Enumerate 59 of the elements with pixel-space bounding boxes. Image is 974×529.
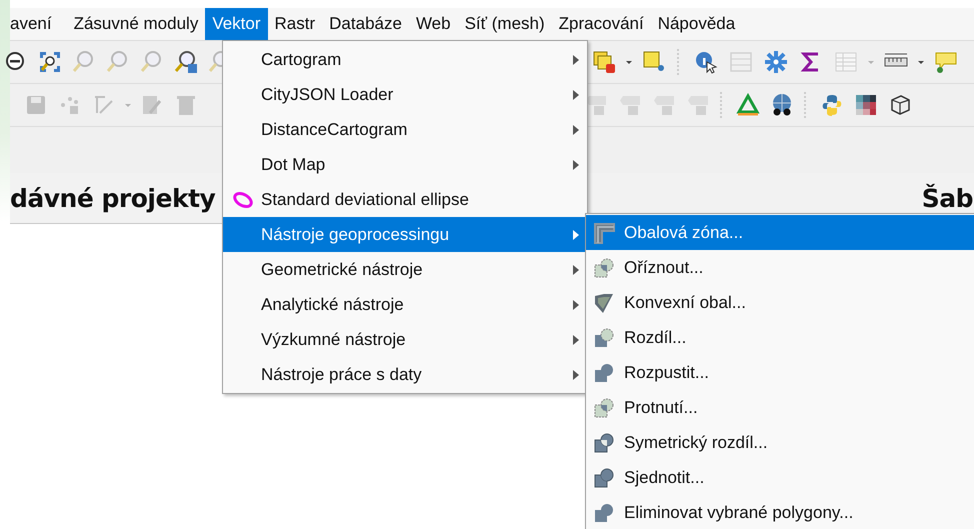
menu-item[interactable]: Oříznout... bbox=[586, 250, 974, 285]
submenu-arrow-icon bbox=[572, 158, 580, 170]
menu-item[interactable]: Rozdíl... bbox=[586, 320, 974, 355]
menu-bar-item[interactable]: Zpracování bbox=[552, 8, 651, 40]
menu-bar-item[interactable]: Nápověda bbox=[650, 8, 742, 40]
submenu-arrow-icon bbox=[572, 264, 580, 276]
identify-icon[interactable] bbox=[694, 50, 718, 74]
speech-bubble-icon[interactable] bbox=[934, 50, 958, 74]
menu-item[interactable]: Dot Map bbox=[223, 147, 587, 182]
menu-bar-item[interactable]: Databáze bbox=[322, 8, 409, 40]
submenu-arrow-icon bbox=[572, 228, 580, 240]
triangle-icon[interactable] bbox=[736, 93, 760, 117]
dissolve-icon bbox=[593, 362, 615, 384]
submenu-arrow-icon bbox=[572, 124, 580, 136]
submenu-arrow-icon bbox=[572, 88, 580, 100]
menu-item[interactable]: Symetrický rozdíl... bbox=[586, 425, 974, 460]
menu-item[interactable]: Rozpustit... bbox=[586, 355, 974, 390]
zoom-last-icon[interactable] bbox=[174, 50, 198, 74]
menu-item[interactable]: Protnutí... bbox=[586, 390, 974, 425]
globe-binoculars-icon[interactable] bbox=[770, 93, 794, 117]
submenu-arrow-icon bbox=[572, 54, 580, 66]
menu-item[interactable]: Eliminovat vybrané polygony... bbox=[586, 495, 974, 529]
union-icon bbox=[593, 466, 615, 488]
convex-hull-icon bbox=[593, 292, 615, 314]
settings-icon[interactable] bbox=[764, 50, 788, 74]
menu-item[interactable]: Obalová zóna... bbox=[586, 215, 974, 250]
menu-item[interactable]: Geometrické nástroje bbox=[223, 252, 587, 287]
section-heading: Šab bbox=[922, 184, 973, 212]
menu-item[interactable]: CityJSON Loader bbox=[223, 77, 587, 112]
menu-item[interactable]: Sjednotit... bbox=[586, 460, 974, 495]
zoom-full-icon[interactable] bbox=[38, 50, 62, 74]
eliminate-icon bbox=[593, 502, 615, 524]
symmetric-difference-icon bbox=[593, 432, 615, 454]
menu-item[interactable]: Cartogram bbox=[223, 42, 587, 77]
submenu-arrow-icon bbox=[572, 298, 580, 310]
menu-item[interactable]: Nástroje geoprocessingu bbox=[223, 217, 587, 252]
select-features-icon[interactable] bbox=[592, 50, 616, 74]
select-location-icon[interactable] bbox=[642, 50, 666, 74]
submenu-arrow-icon bbox=[572, 334, 580, 346]
submenu-arrow-icon bbox=[572, 368, 580, 380]
grid-icon[interactable] bbox=[854, 93, 878, 117]
menu-bar-item[interactable]: Rastr bbox=[268, 8, 322, 40]
python-icon[interactable] bbox=[820, 93, 844, 117]
buffer-icon bbox=[593, 222, 615, 244]
menu-bar-item[interactable]: Síť (mesh) bbox=[458, 8, 552, 40]
menu-bar-item[interactable]: Zásuvné moduly bbox=[66, 8, 206, 40]
menu-item[interactable]: DistanceCartogram bbox=[223, 112, 587, 147]
menu-item[interactable]: Standard deviational ellipse bbox=[223, 182, 587, 217]
menu-item[interactable]: Analytické nástroje bbox=[223, 287, 587, 322]
difference-icon bbox=[593, 326, 615, 348]
clip-icon bbox=[593, 256, 615, 278]
menu-item[interactable]: Výzkumné nástroje bbox=[223, 322, 587, 357]
menu-bar-item[interactable]: Web bbox=[408, 8, 458, 40]
menu-bar-item[interactable]: avení bbox=[10, 8, 59, 40]
intersection-icon bbox=[593, 396, 615, 418]
menu-bar-item[interactable]: Vektor bbox=[205, 8, 268, 40]
section-heading: dávné projekty bbox=[10, 184, 216, 212]
menu-item[interactable]: Nástroje práce s daty bbox=[223, 357, 587, 392]
menu-item[interactable]: Konvexní obal... bbox=[586, 285, 974, 320]
